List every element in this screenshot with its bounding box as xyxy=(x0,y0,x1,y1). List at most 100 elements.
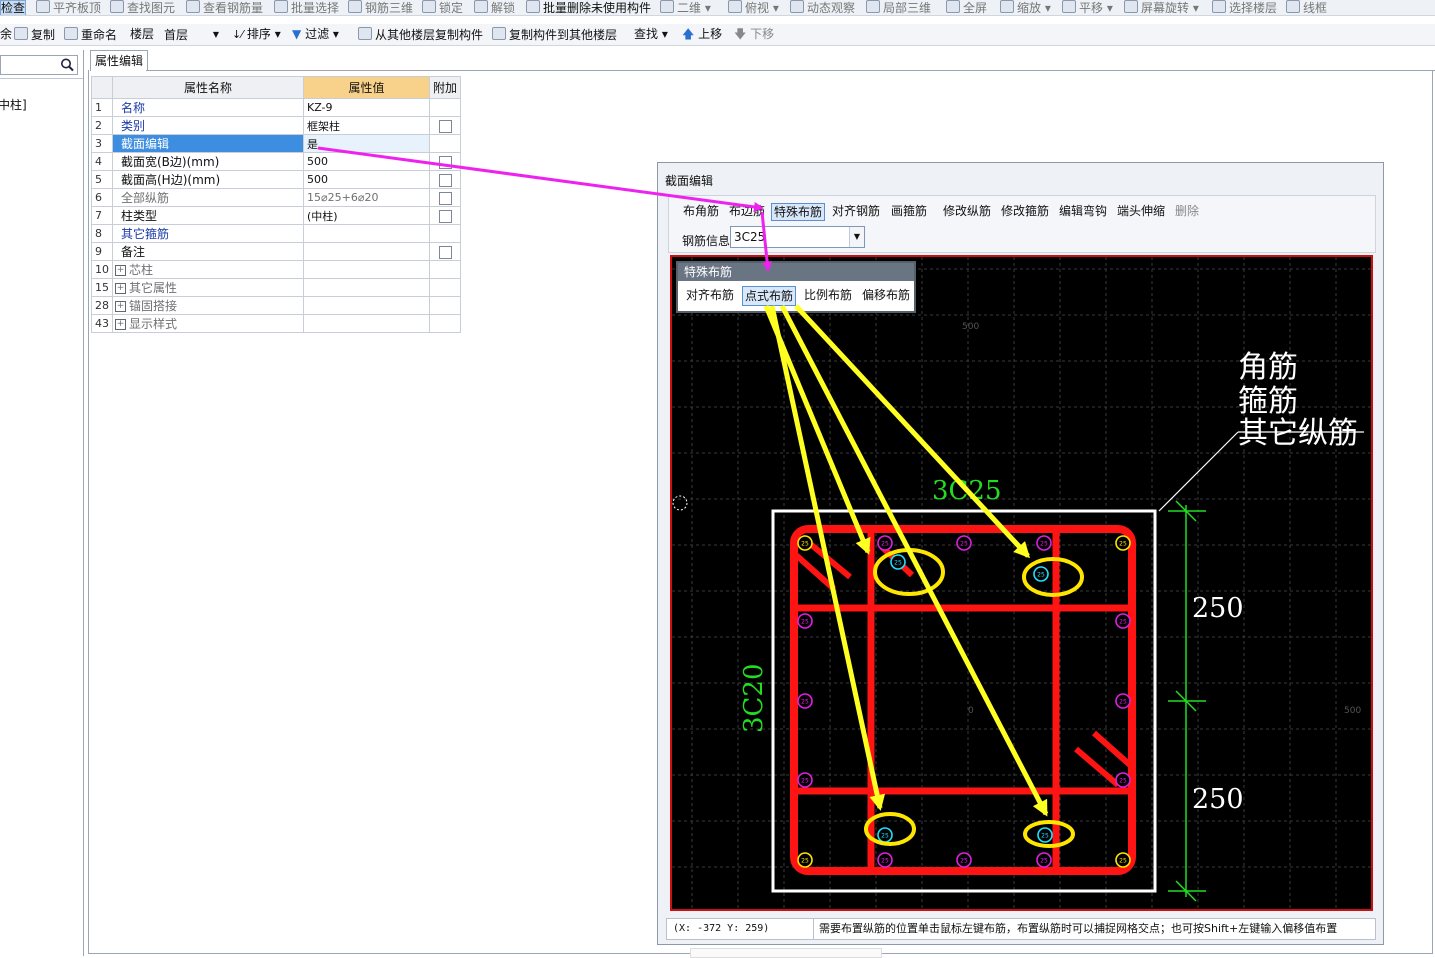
edit-hook-button[interactable]: 编辑弯钩 xyxy=(1057,203,1109,221)
property-value[interactable]: KZ-9 xyxy=(303,98,430,117)
extra-checkbox[interactable] xyxy=(438,245,452,259)
rebar-info-input[interactable]: 3C25 ▼ xyxy=(730,226,865,248)
pan-button[interactable]: 平移 ▾ xyxy=(1062,0,1113,15)
align-slab-top-button[interactable]: 平齐板顶 xyxy=(36,0,101,15)
expand-icon[interactable]: + xyxy=(115,265,126,276)
expand-icon[interactable]: + xyxy=(115,301,126,312)
expand-icon[interactable]: + xyxy=(115,283,126,294)
align-layout-button[interactable]: 对齐布筋 xyxy=(684,286,736,306)
property-name[interactable]: + 锚固搭接 xyxy=(112,296,304,315)
property-name[interactable]: 截面高(H边)(mm) xyxy=(112,170,304,189)
property-value[interactable]: 是 xyxy=(303,134,430,153)
corner-bar-button[interactable]: 布角筋 xyxy=(681,203,721,221)
property-name[interactable]: + 显示样式 xyxy=(112,314,304,333)
extra-checkbox[interactable] xyxy=(438,155,452,169)
tab-property-edit[interactable]: 属性编辑 xyxy=(90,50,148,71)
table-row[interactable]: 1 名称 KZ-9 xyxy=(91,98,462,117)
lock-button[interactable]: 锁定 xyxy=(422,0,463,15)
rename-button[interactable]: 重命名 xyxy=(64,27,117,43)
unlock-button[interactable]: 解锁 xyxy=(474,0,515,15)
orbit-button[interactable]: 动态观察 xyxy=(790,0,855,15)
property-value[interactable]: (中柱) xyxy=(303,206,430,225)
special-bar-button[interactable]: 特殊布筋 xyxy=(771,203,826,221)
property-name[interactable]: 柱类型 xyxy=(112,206,304,225)
modify-stirrup-button[interactable]: 修改箍筋 xyxy=(999,203,1051,221)
screen-rotate-button[interactable]: 屏幕旋转 ▾ xyxy=(1124,0,1199,15)
find-button[interactable]: 查找 ▾ xyxy=(634,27,668,43)
select-floor-button[interactable]: 选择楼层 xyxy=(1212,0,1277,15)
bottom-window-tab[interactable] xyxy=(690,948,882,958)
extra-checkbox[interactable] xyxy=(438,119,452,133)
find-element-button[interactable]: 查找图元 xyxy=(110,0,175,15)
extra-checkbox[interactable] xyxy=(438,191,452,205)
table-row[interactable]: 15 + 其它属性 xyxy=(91,278,462,297)
table-row[interactable]: 9 备注 xyxy=(91,242,462,261)
search-icon[interactable] xyxy=(59,57,75,73)
point-layout-button[interactable]: 点式布筋 xyxy=(742,286,797,306)
ratio-layout-button[interactable]: 比例布筋 xyxy=(802,286,854,306)
table-row[interactable]: 7 柱类型 (中柱) xyxy=(91,206,462,225)
extra-checkbox[interactable] xyxy=(438,209,452,223)
property-name[interactable]: 截面编辑 xyxy=(112,134,304,153)
property-name[interactable]: 全部纵筋 xyxy=(112,188,304,207)
modify-long-bar-button[interactable]: 修改纵筋 xyxy=(941,203,993,221)
tree-item[interactable]: 中柱] xyxy=(0,96,27,113)
table-row[interactable]: 4 截面宽(B边)(mm) 500 xyxy=(91,152,462,171)
fullscreen-button[interactable]: 全屏 xyxy=(946,0,987,15)
zoom-button[interactable]: 缩放 ▾ xyxy=(1000,0,1051,15)
chevron-down-icon[interactable]: ▼ xyxy=(849,227,864,247)
component-search-input[interactable] xyxy=(0,55,78,75)
copy-button[interactable]: 复制 xyxy=(14,27,55,43)
property-value[interactable] xyxy=(303,314,430,333)
property-name[interactable]: 截面宽(B边)(mm) xyxy=(112,152,304,171)
delete-bar-button[interactable]: 删除 xyxy=(1173,203,1201,221)
offset-layout-button[interactable]: 偏移布筋 xyxy=(860,286,912,306)
wireframe-button[interactable]: 线框 xyxy=(1286,0,1327,15)
table-row[interactable]: 43 + 显示样式 xyxy=(91,314,462,333)
table-row[interactable]: 2 类别 框架柱 xyxy=(91,116,462,135)
table-row[interactable]: 10 + 芯柱 xyxy=(91,260,462,279)
expand-icon[interactable]: + xyxy=(115,319,126,330)
copy-from-other-floor-button[interactable]: 从其他楼层复制构件 xyxy=(358,27,483,43)
check-button[interactable]: 检查 xyxy=(0,0,27,15)
property-value[interactable] xyxy=(303,260,430,279)
property-name[interactable]: + 其它属性 xyxy=(112,278,304,297)
top-view-button[interactable]: 俯视 ▾ xyxy=(728,0,779,15)
table-row[interactable]: 8 其它箍筋 xyxy=(91,224,462,243)
section-canvas[interactable]: 500 500 0 25 25 25 25 25 25 25 25 25 25 25 25 25 25 25… xyxy=(670,255,1373,911)
side-bar-button[interactable]: 布边筋 xyxy=(727,203,767,221)
rebar-3d-button[interactable]: 钢筋三维 xyxy=(348,0,413,15)
local-3d-button[interactable]: 局部三维 xyxy=(866,0,931,15)
property-name[interactable]: 类别 xyxy=(112,116,304,135)
property-name[interactable]: 备注 xyxy=(112,242,304,261)
property-value[interactable]: 框架柱 xyxy=(303,116,430,135)
property-value[interactable]: 500 xyxy=(303,170,430,189)
move-down-button[interactable]: 🡇 下移 xyxy=(734,27,774,43)
filter-button[interactable]: ▼ 过滤 ▾ xyxy=(292,27,339,43)
extra-checkbox[interactable] xyxy=(438,173,452,187)
floor-select[interactable]: 首层 ▼ xyxy=(160,27,222,43)
table-row[interactable]: 3 截面编辑 是 xyxy=(91,134,462,153)
end-extend-button[interactable]: 端头伸缩 xyxy=(1115,203,1167,221)
property-name[interactable]: + 芯柱 xyxy=(112,260,304,279)
table-row[interactable]: 28 + 锚固搭接 xyxy=(91,296,462,315)
table-row[interactable]: 6 全部纵筋 15⌀25+6⌀20 xyxy=(91,188,462,207)
property-value[interactable] xyxy=(303,224,430,243)
batch-select-button[interactable]: 批量选择 xyxy=(274,0,339,15)
batch-delete-unused-button[interactable]: 批量删除未使用构件 xyxy=(526,0,651,15)
delete-button[interactable]: 余 xyxy=(0,27,12,43)
view-rebar-qty-button[interactable]: 查看钢筋量 xyxy=(186,0,263,15)
view-2d-combo[interactable]: 二维 ▾ xyxy=(660,0,711,15)
property-value[interactable] xyxy=(303,242,430,261)
property-name[interactable]: 其它箍筋 xyxy=(112,224,304,243)
property-name[interactable]: 名称 xyxy=(112,98,304,117)
move-up-button[interactable]: 🡅 上移 xyxy=(682,27,722,43)
copy-to-other-floor-button[interactable]: 复制构件到其他楼层 xyxy=(492,27,617,43)
property-value[interactable] xyxy=(303,278,430,297)
draw-stirrup-button[interactable]: 画箍筋 xyxy=(889,203,929,221)
property-value[interactable]: 500 xyxy=(303,152,430,171)
property-value[interactable] xyxy=(303,296,430,315)
table-row[interactable]: 5 截面高(H边)(mm) 500 xyxy=(91,170,462,189)
align-bar-button[interactable]: 对齐钢筋 xyxy=(830,203,882,221)
sort-button[interactable]: ↓⁄ 排序 ▾ xyxy=(232,27,281,43)
